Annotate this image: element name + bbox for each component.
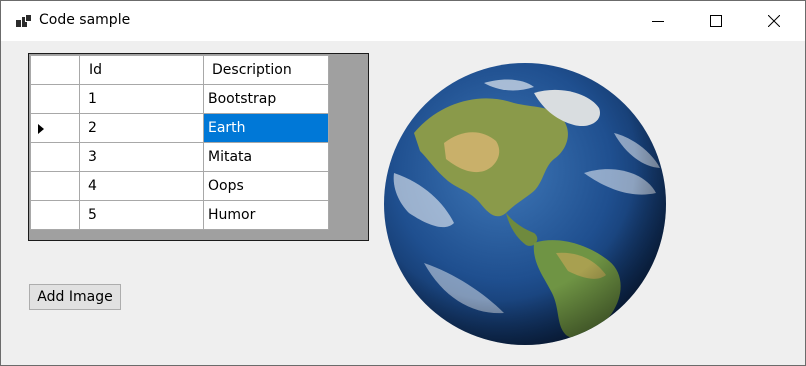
close-icon: [768, 15, 780, 27]
title-bar[interactable]: Code sample: [1, 1, 805, 41]
row-header[interactable]: [30, 200, 80, 230]
cell-id[interactable]: 4: [79, 171, 204, 201]
cell-description-selected[interactable]: Earth: [203, 113, 329, 143]
table-row[interactable]: 4 Oops: [30, 171, 329, 201]
minimize-icon: [652, 21, 664, 22]
app-window-icon: [16, 14, 32, 28]
cell-id[interactable]: 3: [79, 142, 204, 172]
row-header[interactable]: [30, 113, 80, 143]
table-row[interactable]: 5 Humor: [30, 200, 329, 230]
current-row-arrow-icon: [38, 124, 44, 134]
maximize-icon: [710, 15, 722, 27]
cell-description[interactable]: Mitata: [203, 142, 329, 172]
table-row[interactable]: 3 Mitata: [30, 142, 329, 172]
row-header-corner[interactable]: [30, 55, 80, 85]
cell-description[interactable]: Oops: [203, 171, 329, 201]
minimize-button[interactable]: [635, 1, 681, 41]
data-grid-table: Id Description 1 Bootstrap 2 Earth 3 Mit…: [30, 55, 329, 230]
column-header-id[interactable]: Id: [79, 55, 204, 85]
data-grid[interactable]: Id Description 1 Bootstrap 2 Earth 3 Mit…: [28, 53, 369, 241]
add-image-button[interactable]: Add Image: [29, 284, 121, 310]
table-row[interactable]: 1 Bootstrap: [30, 84, 329, 114]
cell-id[interactable]: 2: [79, 113, 204, 143]
window-title: Code sample: [39, 12, 131, 28]
cell-description[interactable]: Humor: [203, 200, 329, 230]
earth-image: [384, 63, 666, 345]
maximize-button[interactable]: [693, 1, 739, 41]
table-row-selected[interactable]: 2 Earth: [30, 113, 329, 143]
cell-id[interactable]: 1: [79, 84, 204, 114]
cell-id[interactable]: 5: [79, 200, 204, 230]
header-row: Id Description: [30, 55, 329, 85]
row-header[interactable]: [30, 84, 80, 114]
row-header[interactable]: [30, 142, 80, 172]
main-window: Code sample Id Description 1 Bootstrap 2…: [0, 0, 806, 366]
column-header-description[interactable]: Description: [203, 55, 329, 85]
close-button[interactable]: [751, 1, 797, 41]
row-header[interactable]: [30, 171, 80, 201]
cell-description[interactable]: Bootstrap: [203, 84, 329, 114]
